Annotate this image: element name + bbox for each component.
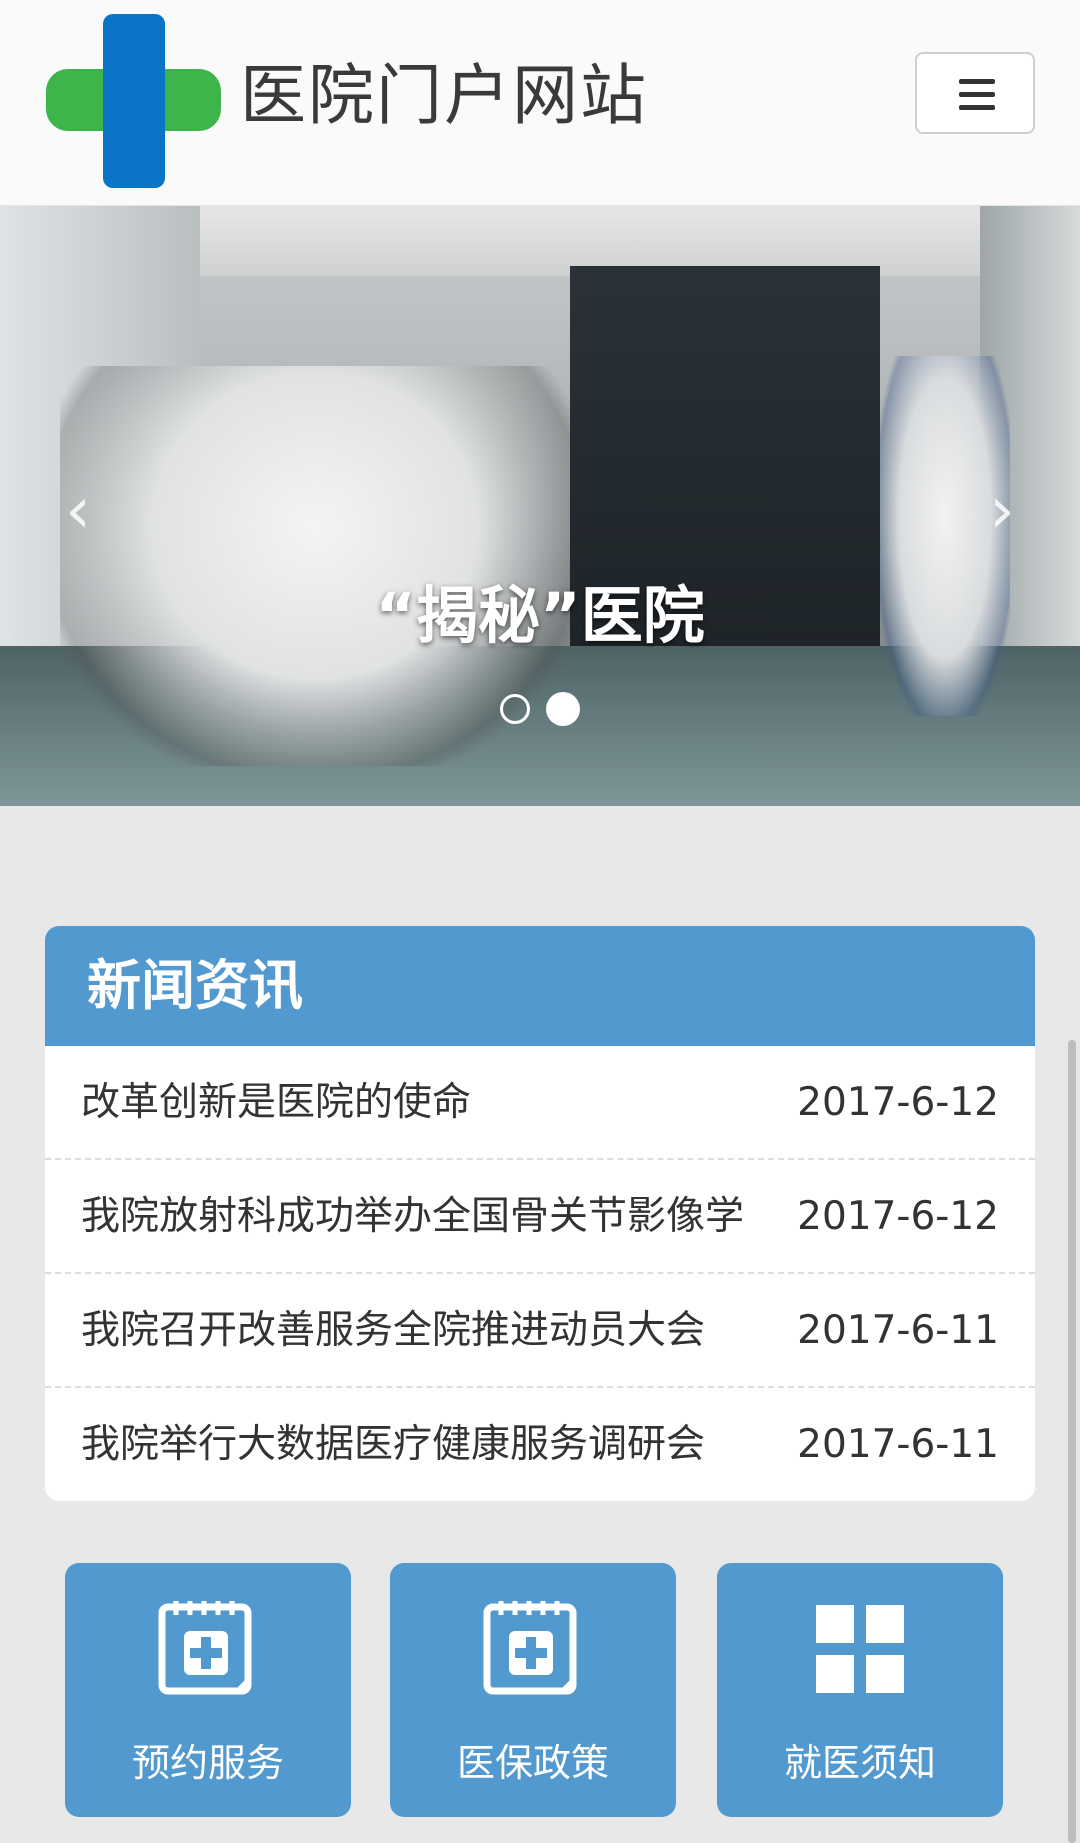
news-item-date: 2017-6-11 xyxy=(797,1422,999,1467)
news-item[interactable]: 我院召开改善服务全院推进动员大会 2017-6-11 xyxy=(45,1274,1035,1388)
news-item-title[interactable]: 我院放射科成功举办全国骨关节影像学 xyxy=(81,1160,841,1274)
page-scrollbar[interactable] xyxy=(1068,1040,1076,1843)
hero-carousel[interactable]: ‹ › “揭秘”医院 xyxy=(0,206,1080,806)
news-item-title[interactable]: 我院举行大数据医疗健康服务调研会 xyxy=(81,1388,841,1501)
banner-photo-doctors xyxy=(60,366,570,766)
calendar-plus-icon xyxy=(158,1601,252,1695)
carousel-prev-icon[interactable]: ‹ xyxy=(48,476,108,546)
tile-medical-guide[interactable]: 就医须知 xyxy=(717,1563,1003,1817)
news-item-date: 2017-6-12 xyxy=(797,1194,999,1239)
carousel-next-icon[interactable]: › xyxy=(972,476,1032,546)
carousel-indicators xyxy=(500,692,590,730)
news-panel: 新闻资讯 改革创新是医院的使命 2017-6-12 我院放射科成功举办全国骨关节… xyxy=(45,926,1035,1501)
hamburger-icon xyxy=(959,92,995,97)
tile-insurance-policy[interactable]: 医保政策 xyxy=(390,1563,676,1817)
tile-label: 预约服务 xyxy=(131,1741,284,1785)
hamburger-icon xyxy=(959,105,995,110)
news-header: 新闻资讯 xyxy=(45,926,1035,1046)
news-item[interactable]: 改革创新是医院的使命 2017-6-12 xyxy=(45,1046,1035,1160)
tile-label: 就医须知 xyxy=(783,1741,936,1785)
carousel-dot-2-active[interactable] xyxy=(546,692,580,726)
news-item-title[interactable]: 我院召开改善服务全院推进动员大会 xyxy=(81,1274,841,1388)
logo-icon[interactable] xyxy=(46,14,226,188)
grid-icon xyxy=(816,1605,904,1693)
hamburger-icon xyxy=(959,79,995,84)
news-item[interactable]: 我院放射科成功举办全国骨关节影像学 2017-6-12 xyxy=(45,1160,1035,1274)
tile-label: 医保政策 xyxy=(456,1741,609,1785)
site-title[interactable]: 医院门户网站 xyxy=(240,56,648,136)
news-item[interactable]: 我院举行大数据医疗健康服务调研会 2017-6-11 xyxy=(45,1388,1035,1501)
news-item-title[interactable]: 改革创新是医院的使命 xyxy=(81,1046,841,1160)
carousel-dot-1[interactable] xyxy=(500,694,530,724)
logo-blue-bar xyxy=(103,14,165,188)
carousel-caption: “揭秘”医院 xyxy=(375,579,705,652)
news-item-date: 2017-6-12 xyxy=(797,1080,999,1125)
tile-appointment-service[interactable]: 预约服务 xyxy=(65,1563,351,1817)
news-title[interactable]: 新闻资讯 xyxy=(87,926,1035,1046)
news-item-date: 2017-6-11 xyxy=(797,1308,999,1353)
menu-toggle-button[interactable] xyxy=(915,52,1035,134)
calendar-plus-icon xyxy=(483,1601,577,1695)
site-header: 医院门户网站 xyxy=(0,0,1080,206)
